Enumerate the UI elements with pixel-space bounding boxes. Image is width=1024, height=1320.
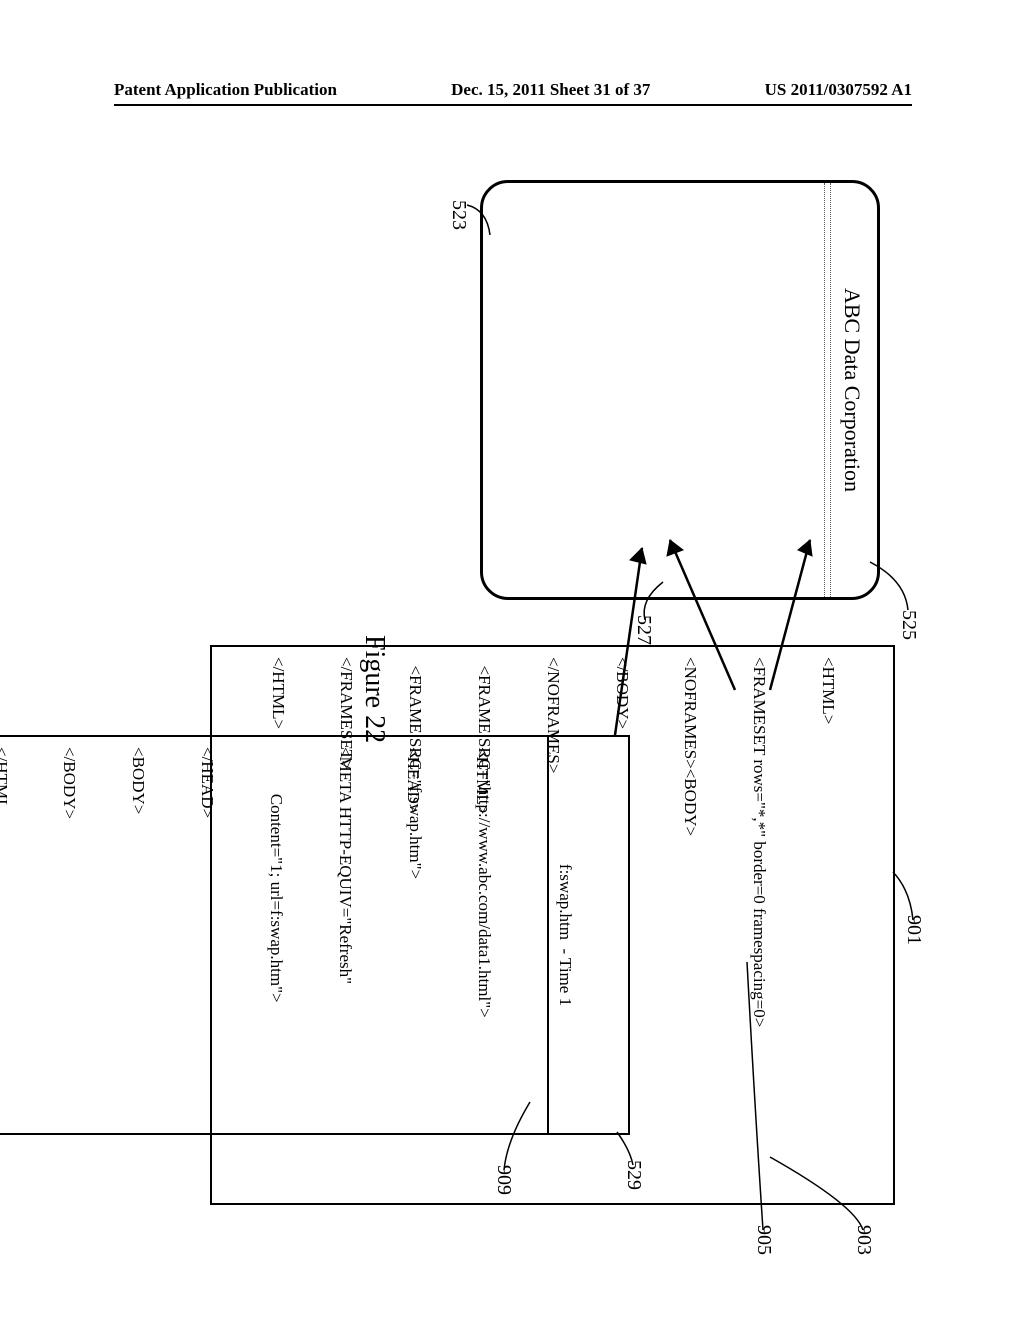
arrow-icon [655,520,745,700]
header-right: US 2011/0307592 A1 [765,80,912,100]
code-line: </BODY> [58,747,81,1123]
browser-divider [830,183,831,597]
leader-line [865,560,910,615]
code-line: Content="1; url=f:swap.htm"> [264,747,287,1123]
code-line: <HTML> [816,657,839,1193]
leader-line [610,1130,635,1170]
leader-line [635,580,665,625]
code-line: <META HTTP-EQUIV="Refresh" [333,747,356,1123]
leader-line [765,1155,865,1235]
figure-canvas: ABC Data Corporation <HTML> <FRAMESET ro… [100,140,920,1240]
leader-line [885,870,915,925]
code-box-swap: f:swap.htm - Time 1 <HTML> <HEAD> <META … [0,735,630,1135]
code-line: </HEAD> [195,747,218,1123]
arrow-icon [750,520,820,700]
code-line: <HEAD> [402,747,425,1123]
code-line: <NOFRAMES><BODY> [679,657,702,1193]
header-center: Dec. 15, 2011 Sheet 31 of 37 [451,80,650,100]
browser-divider [824,183,825,597]
browser-title: ABC Data Corporation [839,183,865,597]
leader-line [462,200,492,240]
page-header: Patent Application Publication Dec. 15, … [114,80,912,100]
leader-line [735,960,765,1235]
header-rule [114,104,912,106]
code-box-swap-title: f:swap.htm - Time 1 [547,737,582,1133]
leader-line [502,1100,532,1175]
figure-caption: Figure 22 [358,635,390,743]
header-left: Patent Application Publication [114,80,337,100]
code-line: <HTML> [470,747,493,1123]
code-line: <BODY> [126,747,149,1123]
code-line: </HTML [0,747,12,1123]
